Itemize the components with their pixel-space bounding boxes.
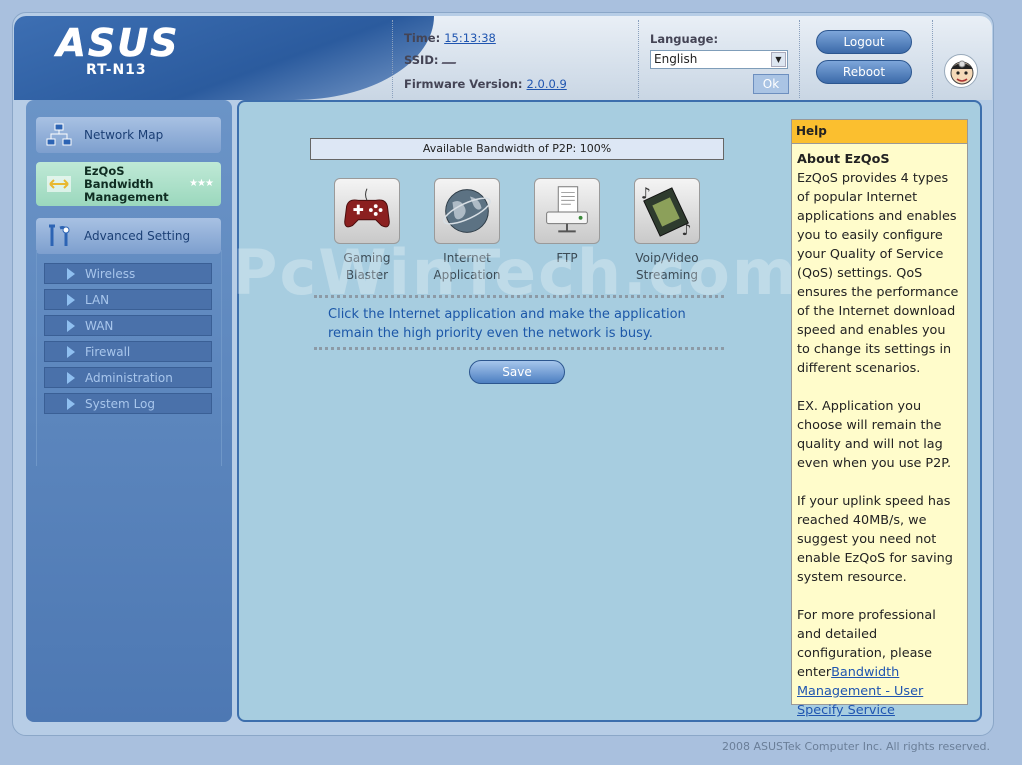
ezqos-label-1: EzQoS xyxy=(84,164,125,178)
sidebar-item-wireless[interactable]: Wireless xyxy=(44,263,212,284)
ftp-icon xyxy=(534,178,600,244)
sidebar-item-wan[interactable]: WAN xyxy=(44,315,212,336)
svg-text:♪: ♪ xyxy=(641,184,651,202)
language-ok-button[interactable]: Ok xyxy=(753,74,789,94)
triangle-right-icon xyxy=(67,372,75,384)
help-title: Help xyxy=(792,120,967,144)
sidebar-item-system-log[interactable]: System Log xyxy=(44,393,212,414)
ssid-icon xyxy=(441,56,458,64)
brand-text: ASUS xyxy=(53,22,179,62)
help-body: About EzQoS EzQoS provides 4 types of po… xyxy=(792,144,967,745)
help-paragraph: EX. Application you choose will remain t… xyxy=(797,399,952,471)
header-divider xyxy=(932,20,933,98)
tools-icon xyxy=(49,224,70,246)
firmware-link[interactable]: 2.0.0.9 xyxy=(527,77,567,91)
triangle-right-icon xyxy=(67,268,75,280)
watermark: PcWinTech.com xyxy=(232,236,799,309)
language-label: Language: xyxy=(650,32,719,46)
time-label: Time: 15:13:38 xyxy=(404,31,496,45)
submenu-border xyxy=(221,250,222,466)
triangle-right-icon xyxy=(67,320,75,332)
triangle-right-icon xyxy=(67,398,75,410)
language-select[interactable]: English ▼ xyxy=(650,50,788,69)
logo-area: ASUS RT-N13 xyxy=(14,16,434,100)
sidebar-item-administration[interactable]: Administration xyxy=(44,367,212,388)
help-panel: Help About EzQoS EzQoS provides 4 types … xyxy=(791,119,968,718)
ezqos-icon xyxy=(47,176,71,192)
ezqos-label-3: Management xyxy=(84,190,169,204)
bandwidth-status: Available Bandwidth of P2P: 100% xyxy=(310,138,724,160)
header-divider xyxy=(638,20,639,98)
triangle-right-icon xyxy=(67,346,75,358)
header: ASUS RT-N13 Time: 15:13:38 SSID: Firmwar… xyxy=(14,16,992,100)
time-link[interactable]: 15:13:38 xyxy=(444,31,496,45)
reboot-button[interactable]: Reboot xyxy=(816,60,912,84)
sidebar-item-firewall[interactable]: Firewall xyxy=(44,341,212,362)
nav-network-map[interactable]: Network Map xyxy=(36,117,221,153)
copyright: 2008 ASUSTek Computer Inc. All rights re… xyxy=(722,740,990,753)
save-button[interactable]: Save xyxy=(469,360,565,384)
help-heading: About EzQoS xyxy=(797,152,890,167)
firmware-label: Firmware Version: 2.0.0.9 xyxy=(404,77,567,91)
divider xyxy=(314,347,724,350)
asus-logo: ASUS xyxy=(53,22,179,62)
header-divider xyxy=(392,20,393,98)
help-paragraph: For more professional and detailed confi… xyxy=(797,608,936,718)
chevron-down-icon: ▼ xyxy=(771,52,786,67)
nav-advanced-setting[interactable]: Advanced Setting xyxy=(36,218,221,254)
network-map-icon xyxy=(46,123,72,146)
model-name: RT-N13 xyxy=(86,62,147,78)
instruction-text: Click the Internet application and make … xyxy=(328,307,686,341)
ezqos-label-2: Bandwidth xyxy=(84,177,154,191)
divider xyxy=(314,295,724,298)
submenu-border xyxy=(36,250,37,466)
rating-stars-icon: ★★★ xyxy=(189,178,214,189)
ssid-label: SSID: xyxy=(404,53,458,67)
nav-ezqos[interactable]: EzQoS Bandwidth Management ★★★ xyxy=(36,162,221,206)
header-divider xyxy=(799,20,800,98)
gamepad-icon xyxy=(334,178,400,244)
help-paragraph: If your uplink speed has reached 40MB/s,… xyxy=(797,494,953,585)
sidebar: Network Map EzQoS Bandwidth Management ★… xyxy=(26,100,232,722)
help-paragraph: EzQoS provides 4 types of popular Intern… xyxy=(797,171,959,376)
sidebar-item-lan[interactable]: LAN xyxy=(44,289,212,310)
triangle-right-icon xyxy=(67,294,75,306)
mascot-icon[interactable] xyxy=(944,54,978,88)
globe-icon xyxy=(434,178,500,244)
logout-button[interactable]: Logout xyxy=(816,30,912,54)
film-music-icon: ♪ ♪ xyxy=(634,178,700,244)
